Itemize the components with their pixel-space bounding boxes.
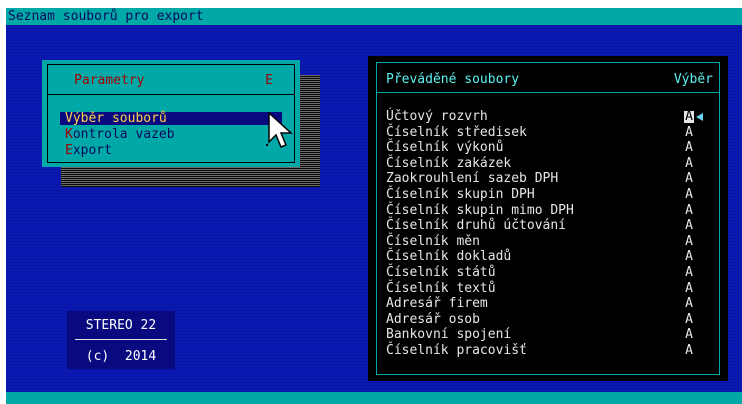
selection-value[interactable]: A <box>684 187 694 203</box>
file-row[interactable]: Číselník států A <box>386 265 711 281</box>
file-row[interactable]: Číselník zakázek A <box>386 156 711 172</box>
menu-item-label: ontrola vazeb <box>72 127 175 142</box>
parameters-menu: Parametry E Výběr souborů Kontrola vazeb… <box>42 60 300 167</box>
stereo-logo: STEREO 22 (c) 2014 <box>67 311 175 369</box>
file-row[interactable]: Číselník dokladů A <box>386 249 711 265</box>
file-row[interactable]: Číselník druhů účtování A <box>386 218 711 234</box>
file-name: Zaokrouhlení sazeb DPH <box>386 171 559 187</box>
files-panel-title: Převáděné soubory <box>386 72 520 87</box>
selection-value[interactable]: A <box>684 234 694 250</box>
file-name: Číselník výkonů <box>386 140 504 156</box>
menu-item-hotkey: V <box>65 111 73 126</box>
selection-value[interactable]: A <box>684 249 694 265</box>
selection-value[interactable]: A <box>684 140 694 156</box>
file-row[interactable]: Číselník textů A <box>386 281 711 297</box>
selection-value[interactable]: A <box>684 110 694 123</box>
file-name: Účtový rozvrh <box>386 109 488 124</box>
file-row[interactable]: Zaokrouhlení sazeb DPH A <box>386 171 711 187</box>
files-list: Účtový rozvrh A Číselník středisek A Čísel… <box>386 109 711 359</box>
menu-item-hotkey: K <box>65 127 73 142</box>
file-row-uctovy-rozvrh[interactable]: Účtový rozvrh A <box>386 109 711 125</box>
file-row[interactable]: Bankovní spojení A <box>386 327 711 343</box>
file-name: Adresář firem <box>386 296 488 312</box>
cursor-arrow-icon <box>696 113 703 121</box>
menu-item-hotkey: E <box>65 143 73 158</box>
files-header-separator <box>376 92 720 93</box>
selection-value[interactable]: A <box>684 125 694 141</box>
selection-value[interactable]: A <box>684 296 694 312</box>
menu-item-export[interactable]: Export <box>60 144 282 157</box>
file-row[interactable]: Číselník pracovišť A <box>386 343 711 359</box>
dos-screen: Seznam souborů pro export Parametry E Vý… <box>6 8 742 404</box>
selection-value[interactable]: A <box>684 343 694 359</box>
selection-value[interactable]: A <box>684 218 694 234</box>
menu-title: Parametry <box>74 73 145 88</box>
selection-value[interactable]: A <box>684 327 694 343</box>
file-row[interactable]: Adresář osob A <box>386 312 711 328</box>
menu-item-label: ýběr souborů <box>72 111 167 126</box>
file-name: Adresář osob <box>386 311 480 327</box>
file-name: Číselník pracovišť <box>386 342 527 358</box>
selection-value[interactable]: A <box>684 312 694 328</box>
selection-value[interactable]: A <box>684 156 694 172</box>
selection-value[interactable]: A <box>684 281 694 297</box>
mouse-pointer-icon <box>268 112 293 148</box>
menu-separator <box>47 94 295 95</box>
menu-title-hotkey: E <box>265 73 273 88</box>
file-name: Číselník měn <box>386 233 480 249</box>
selection-value[interactable]: A <box>684 265 694 281</box>
status-bar <box>6 392 742 404</box>
selection-value[interactable]: A <box>684 203 694 219</box>
logo-copyright: (c) 2014 <box>85 349 157 364</box>
menu-item-kontrola-vazeb[interactable]: Kontrola vazeb <box>60 128 282 141</box>
file-row[interactable]: Číselník měn A <box>386 234 711 250</box>
selection-column-header: Výběr <box>673 72 713 87</box>
file-name: Číselník skupin mimo DPH <box>386 202 574 218</box>
menu-item-vyber-souboru[interactable]: Výběr souborů <box>60 112 282 125</box>
file-row[interactable]: Číselník skupin mimo DPH A <box>386 203 711 219</box>
file-name: Číselník dokladů <box>386 249 512 265</box>
logo-name: STEREO 22 <box>85 318 157 333</box>
file-name: Číselník skupin DPH <box>386 186 535 202</box>
file-name: Číselník středisek <box>386 124 527 140</box>
file-row[interactable]: Číselník skupin DPH A <box>386 187 711 203</box>
file-row[interactable]: Číselník středisek A <box>386 125 711 141</box>
menu-item-label: xport <box>72 143 112 158</box>
file-name: Číselník zakázek <box>386 155 512 171</box>
file-name: Číselník států <box>386 264 496 280</box>
file-name: Číselník textů <box>386 280 496 296</box>
title-bar: Seznam souborů pro export <box>6 8 742 25</box>
logo-divider <box>75 339 167 340</box>
files-panel: Převáděné soubory Výběr Účtový rozvrh A Č… <box>368 56 728 381</box>
selection-value[interactable]: A <box>684 171 694 187</box>
file-row[interactable]: Adresář firem A <box>386 296 711 312</box>
file-name: Bankovní spojení <box>386 327 512 343</box>
file-row[interactable]: Číselník výkonů A <box>386 140 711 156</box>
file-name: Číselník druhů účtování <box>386 218 567 234</box>
